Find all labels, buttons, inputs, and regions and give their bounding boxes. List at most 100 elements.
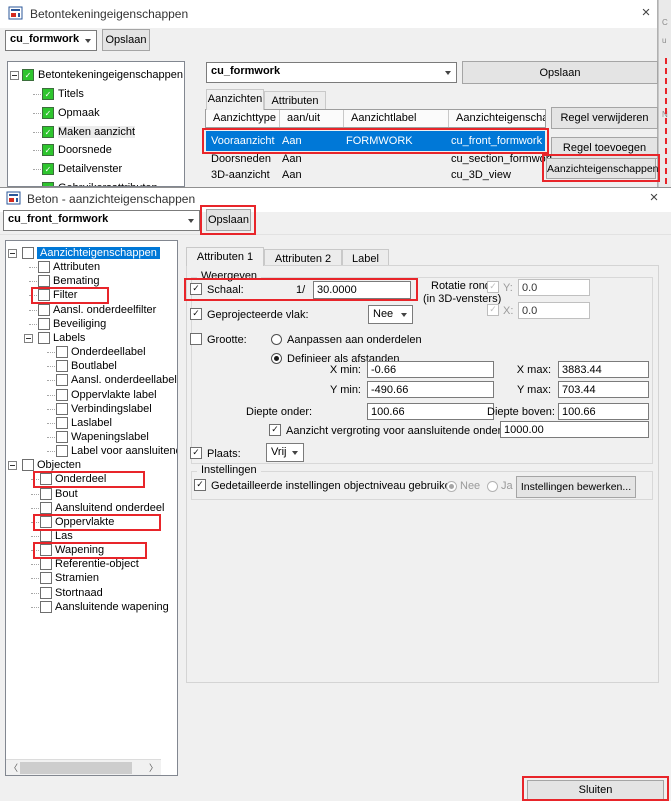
column-header[interactable]: Aanzichttype: [206, 110, 280, 127]
tree-item[interactable]: ✓ Doorsnede: [8, 143, 183, 159]
green-checkbox[interactable]: ✓: [42, 163, 54, 176]
tab-label[interactable]: Label: [342, 249, 389, 266]
rotatie-y-input[interactable]: [518, 279, 590, 296]
tree-item[interactable]: ✓ Detailvenster: [8, 162, 183, 178]
tree-item[interactable]: Attributen: [6, 261, 177, 275]
tree-item[interactable]: Onderdeel: [6, 471, 177, 489]
tree-item[interactable]: Beveiliging: [6, 317, 177, 332]
tree-item[interactable]: Oppervlakte label: [6, 388, 177, 403]
green-checkbox[interactable]: ✓: [42, 106, 54, 119]
green-checkbox[interactable]: ✓: [42, 125, 54, 138]
panel-save-button[interactable]: Opslaan: [462, 61, 658, 84]
checkbox[interactable]: [38, 331, 50, 344]
geprojecteerd-checkbox[interactable]: ✓: [190, 308, 202, 320]
checkbox[interactable]: [38, 303, 50, 316]
expander-icon[interactable]: [10, 71, 19, 80]
view-preset-combo[interactable]: cu_front_formwork: [3, 210, 200, 231]
tree-item[interactable]: Las: [6, 530, 177, 544]
tab-attributen-1[interactable]: Attributen 1: [186, 247, 264, 266]
checkbox[interactable]: [40, 544, 52, 557]
tree-item[interactable]: Aansluitende wapening: [6, 600, 177, 615]
tab-attributen-2[interactable]: Attributen 2: [264, 249, 342, 266]
checkbox[interactable]: [38, 317, 50, 330]
checkbox[interactable]: [56, 388, 68, 401]
xmin-input[interactable]: [367, 361, 494, 378]
tree-item[interactable]: Bemating: [6, 275, 177, 289]
tree-item[interactable]: Aansl. onderdeelfilter: [6, 303, 177, 318]
checkbox[interactable]: [40, 515, 52, 528]
checkbox[interactable]: [22, 247, 34, 259]
expander-icon[interactable]: [8, 461, 17, 471]
checkbox[interactable]: [40, 530, 52, 542]
delete-row-button[interactable]: Regel verwijderen: [551, 107, 658, 129]
tree-item[interactable]: Stramien: [6, 572, 177, 586]
save-button[interactable]: Opslaan: [102, 29, 150, 51]
checkbox[interactable]: [56, 416, 68, 429]
tree-item[interactable]: ✓ Maken aanzicht: [8, 125, 183, 141]
checkbox[interactable]: [40, 572, 52, 585]
tree-item[interactable]: Aansluitend onderdeel: [6, 501, 177, 516]
vergroting-input[interactable]: [500, 421, 649, 438]
checkbox[interactable]: [56, 402, 68, 415]
tree-item[interactable]: Boutlabel: [6, 360, 177, 374]
scroll-right-icon[interactable]: 〉: [149, 761, 158, 775]
vergroting-checkbox[interactable]: ✓: [269, 424, 281, 436]
checkbox[interactable]: [22, 459, 34, 472]
table-row[interactable]: Vooraanzicht Aan FORMWORK cu_front_formwork: [206, 131, 545, 151]
tree-item[interactable]: ✓ Gebruikersattributen: [8, 181, 183, 186]
scroll-left-icon[interactable]: 〈: [9, 761, 18, 775]
definieer-radio[interactable]: [271, 353, 282, 364]
column-header[interactable]: Aanzichtlabel: [344, 110, 449, 127]
expander-icon[interactable]: [8, 249, 17, 258]
tree-item[interactable]: Aansl. onderdeellabel: [6, 374, 177, 388]
green-checkbox[interactable]: ✓: [42, 144, 54, 157]
gedetailleerd-checkbox[interactable]: ✓: [194, 479, 206, 491]
instellingen-bewerken-button[interactable]: Instellingen bewerken...: [516, 476, 636, 498]
scrollbar-thumb[interactable]: [20, 762, 132, 774]
tree-item[interactable]: ✓ Titels: [8, 87, 183, 103]
tab-attributen[interactable]: Attributen: [264, 91, 326, 110]
checkbox[interactable]: [40, 600, 52, 613]
green-checkbox[interactable]: ✓: [22, 69, 34, 81]
checkbox[interactable]: [38, 275, 50, 288]
checkbox[interactable]: [40, 586, 52, 599]
add-row-button[interactable]: Regel toevoegen: [551, 137, 658, 159]
tree-item[interactable]: Bout: [6, 487, 177, 502]
ymax-input[interactable]: [558, 381, 649, 398]
checkbox[interactable]: [56, 430, 68, 443]
checkbox[interactable]: [56, 360, 68, 373]
checkbox[interactable]: [40, 501, 52, 514]
column-header[interactable]: Aanzichteigenschapper: [449, 110, 545, 127]
tree-item[interactable]: Oppervlakte: [6, 513, 177, 531]
checkbox[interactable]: [56, 445, 68, 458]
sluiten-button[interactable]: Sluiten: [527, 780, 664, 800]
tree-item[interactable]: Aanzichteigenschappen: [6, 247, 177, 261]
green-checkbox[interactable]: ✓: [42, 88, 54, 100]
diepte-onder-input[interactable]: [367, 403, 494, 420]
close-icon[interactable]: ×: [646, 190, 662, 206]
checkbox[interactable]: [56, 346, 68, 359]
table-row[interactable]: 3D-aanzicht Aan cu_3D_view: [206, 167, 545, 184]
tree-item[interactable]: Wapeningslabel: [6, 430, 177, 445]
tree-item[interactable]: Wapening: [6, 542, 177, 560]
tree-item[interactable]: Onderdeellabel: [6, 346, 177, 360]
green-checkbox[interactable]: ✓: [42, 182, 54, 186]
checkbox[interactable]: [40, 487, 52, 500]
column-header[interactable]: aan/uit: [280, 110, 344, 127]
checkbox[interactable]: [56, 374, 68, 387]
xmax-input[interactable]: [558, 361, 649, 378]
close-icon[interactable]: ×: [638, 5, 654, 21]
grootte-checkbox[interactable]: [190, 333, 202, 345]
checkbox[interactable]: [40, 558, 52, 571]
tree-item[interactable]: Label voor aansluitende wa: [6, 445, 177, 459]
geprojecteerd-dropdown[interactable]: Nee: [368, 305, 413, 324]
drawing-preset-combo[interactable]: cu_formwork: [5, 30, 97, 51]
tree-item[interactable]: ✓ Betontekeningeigenschappen: [8, 68, 183, 84]
tree-item[interactable]: Referentie-object: [6, 558, 177, 572]
aanpassen-radio[interactable]: [271, 334, 282, 345]
tab-aanzichten[interactable]: Aanzichten: [206, 89, 264, 110]
checkbox[interactable]: [38, 261, 50, 274]
checkbox[interactable]: [38, 289, 50, 302]
tree-item[interactable]: Labels: [6, 331, 177, 346]
tree-item[interactable]: Objecten: [6, 459, 177, 473]
